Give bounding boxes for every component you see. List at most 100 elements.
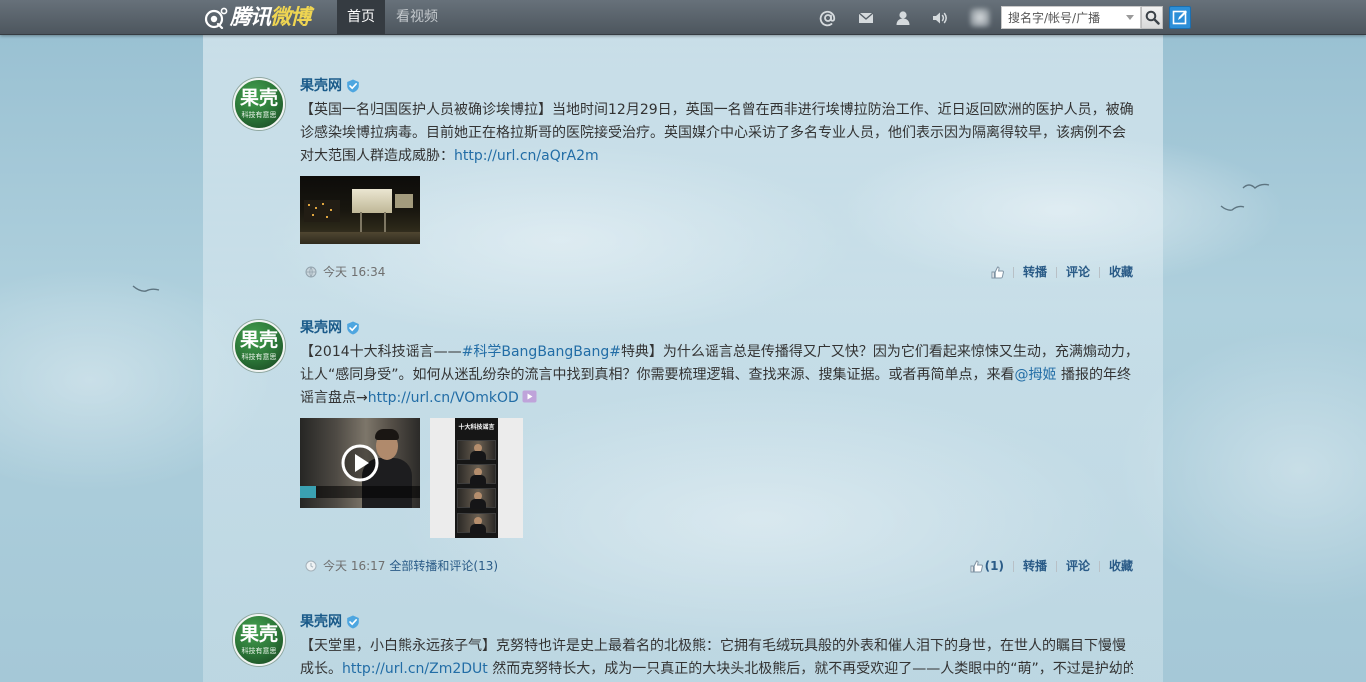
avatar-logo-text: 果壳 xyxy=(239,623,278,645)
avatar-slogan: 科技有意思 xyxy=(241,353,277,361)
action-separator xyxy=(1012,560,1014,572)
post-meta: 今天 16:17 全部转播和评论(13) xyxy=(300,558,498,574)
clock-icon xyxy=(305,560,317,572)
user-avatar[interactable] xyxy=(970,8,990,27)
like-button[interactable] xyxy=(991,265,1004,279)
action-separator xyxy=(1012,266,1014,278)
action-separator xyxy=(1055,560,1057,572)
post-text-segment: 成长。 xyxy=(300,661,342,677)
favorite-button[interactable]: 收藏 xyxy=(1109,264,1133,280)
logo-text-weibo: 微博 xyxy=(270,5,311,29)
avatar[interactable]: 果壳 科技有意思 xyxy=(233,320,285,372)
nav-tab-home-label: 首页 xyxy=(347,9,375,25)
avatar-slogan: 科技有意思 xyxy=(241,647,277,655)
short-url-link[interactable]: http://url.cn/aQrA2m xyxy=(454,148,599,164)
post-body: 果壳网 【英国一名归国医护人员被确诊埃博拉】当地时间12月29日，英国一名曾在西… xyxy=(300,78,1133,280)
post-body: 果壳网 【2014十大科技谣言——#科学BangBangBang#特典】为什么谣… xyxy=(300,320,1133,574)
verified-badge-icon xyxy=(347,79,359,93)
post-text-segment: 诊感染埃博拉病毒。目前她正在格拉斯哥的医院接受治疗。英国媒介中心采访了多名专业人… xyxy=(300,125,1126,141)
post-text-segment: 播报的年终 xyxy=(1056,367,1131,383)
action-separator xyxy=(1098,266,1100,278)
post-text-segment: 特典】为什么谣言总是传播得又广又快？因为它们看起来惊悚又生动，充满煽动力， xyxy=(620,344,1133,360)
post-text: 【英国一名归国医护人员被确诊埃博拉】当地时间12月29日，英国一名曾在西非进行埃… xyxy=(300,99,1133,168)
post-text-line: 诊感染埃博拉病毒。目前她正在格拉斯哥的医院接受治疗。英国媒介中心采访了多名专业人… xyxy=(300,122,1133,145)
retweet-button[interactable]: 转播 xyxy=(1023,264,1047,280)
tencent-weibo-logo[interactable]: 腾讯 微博 xyxy=(204,4,311,31)
post-text-segment: 【英国一名归国医护人员被确诊埃博拉】当地时间12月29日，英国一名曾在西非进行埃… xyxy=(300,102,1133,118)
nav-tab-home[interactable]: 首页 xyxy=(337,0,385,35)
compose-button[interactable] xyxy=(1169,6,1191,29)
author-name[interactable]: 果壳网 xyxy=(300,320,342,336)
like-button[interactable]: (1) xyxy=(970,558,1004,574)
post-text-segment: 让人“感同身受”。如何从迷乱纷杂的流言中找到真相？你需要梳理逻辑、查找来源、搜集… xyxy=(300,367,1015,383)
globe-icon xyxy=(305,266,317,278)
search-box xyxy=(1001,6,1141,29)
bird-decoration xyxy=(1242,183,1270,189)
post-image-thumbnail[interactable] xyxy=(300,176,420,244)
author-name[interactable]: 果壳网 xyxy=(300,78,342,94)
post-footer: 今天 16:17 全部转播和评论(13) (1) 转播 评论 收藏 xyxy=(300,558,1133,574)
post-timestamp[interactable]: 今天 16:34 xyxy=(323,264,385,280)
post-text-line: 【天堂里，小白熊永远孩子气】克努特也许是史上最着名的北极熊：它拥有毛绒玩具般的外… xyxy=(300,635,1133,658)
post-meta: 今天 16:34 xyxy=(300,264,385,280)
search-icon xyxy=(1145,10,1160,25)
post-timestamp[interactable]: 今天 16:17 xyxy=(323,558,385,574)
search-button[interactable] xyxy=(1141,6,1163,29)
post-text-segment: 对大范围人群造成威胁： xyxy=(300,148,454,164)
short-url-link[interactable]: http://url.cn/VOmkOD xyxy=(368,390,519,406)
post-author-row: 果壳网 xyxy=(300,78,1133,94)
nav-tab-watch-video[interactable]: 看视频 xyxy=(396,0,438,35)
user-icon[interactable] xyxy=(894,9,912,27)
author-name[interactable]: 果壳网 xyxy=(300,614,342,630)
avatar-logo-text: 果壳 xyxy=(239,87,278,109)
post-image-thumbnail[interactable]: 十大科技谣言 xyxy=(430,418,523,538)
search-input[interactable] xyxy=(1002,7,1124,28)
post-text-segment: 【2014十大科技谣言—— xyxy=(300,344,462,360)
video-link-icon[interactable] xyxy=(522,390,537,403)
comment-button[interactable]: 评论 xyxy=(1066,264,1090,280)
post-author-row: 果壳网 xyxy=(300,320,1133,336)
post-body: 果壳网 【天堂里，小白熊永远孩子气】克努特也许是史上最着名的北极熊：它拥有毛绒玩… xyxy=(300,614,1133,681)
post-text-line: 谣言盘点→http://url.cn/VOmkOD xyxy=(300,387,1133,410)
post-media xyxy=(300,176,1133,244)
short-url-link[interactable]: http://url.cn/Zm2DUt xyxy=(342,661,488,677)
post-text-line: 让人“感同身受”。如何从迷乱纷杂的流言中找到真相？你需要梳理逻辑、查找来源、搜集… xyxy=(300,364,1133,387)
timeline-stream: 果壳 科技有意思 果壳网 【英国一名归国医护人员被确诊埃博拉】当地时间12月29… xyxy=(203,35,1163,682)
post-author-row: 果壳网 xyxy=(300,614,1133,630)
post-text-segment: 【天堂里，小白熊永远孩子气】克努特也许是史上最着名的北极熊：它拥有毛绒玩具般的外… xyxy=(300,638,1126,654)
logo-text-tencent: 腾讯 xyxy=(230,5,271,29)
favorite-button[interactable]: 收藏 xyxy=(1109,558,1133,574)
post-text: 【天堂里，小白熊永远孩子气】克努特也许是史上最着名的北极熊：它拥有毛绒玩具般的外… xyxy=(300,635,1133,681)
post-text-segment: 谣言盘点→ xyxy=(300,390,368,406)
at-icon[interactable] xyxy=(819,9,837,27)
retweet-button[interactable]: 转播 xyxy=(1023,558,1047,574)
action-separator xyxy=(1098,560,1100,572)
avatar[interactable]: 果壳 科技有意思 xyxy=(233,614,285,666)
video-thumbnail[interactable] xyxy=(300,418,420,508)
bird-decoration xyxy=(132,285,160,292)
chevron-down-icon[interactable] xyxy=(1126,15,1134,21)
verified-badge-icon xyxy=(347,615,359,629)
thumbs-up-icon xyxy=(970,559,983,572)
play-icon[interactable] xyxy=(340,443,380,483)
post-text-line: 成长。http://url.cn/Zm2DUt 然而克努特长大，成为一只真正的大… xyxy=(300,658,1133,681)
post-actions: 转播 评论 收藏 xyxy=(991,264,1133,280)
post-text-line: 【2014十大科技谣言——#科学BangBangBang#特典】为什么谣言总是传… xyxy=(300,341,1133,364)
compose-icon xyxy=(1172,10,1187,25)
post-text: 【2014十大科技谣言——#科学BangBangBang#特典】为什么谣言总是传… xyxy=(300,341,1133,410)
post-text-segment: 然而克努特长大，成为一只真正的大块头北极熊后，就不再受欢迎了——人类眼中的“萌”… xyxy=(487,661,1133,677)
avatar[interactable]: 果壳 科技有意思 xyxy=(233,78,285,130)
view-all-retweets-comments-link[interactable]: 全部转播和评论(13) xyxy=(389,558,498,574)
weibo-logo-icon xyxy=(204,7,228,29)
mail-icon[interactable] xyxy=(857,9,875,27)
comment-button[interactable]: 评论 xyxy=(1066,558,1090,574)
speaker-icon[interactable] xyxy=(931,9,949,27)
thumbs-up-icon xyxy=(991,265,1004,278)
hashtag-link[interactable]: #科学BangBangBang# xyxy=(462,344,621,360)
verified-badge-icon xyxy=(347,321,359,335)
bird-decoration xyxy=(1220,205,1245,211)
post-actions: (1) 转播 评论 收藏 xyxy=(970,558,1133,574)
mention-link[interactable]: @拇姬 xyxy=(1015,367,1057,383)
post-footer: 今天 16:34 转播 评论 收藏 xyxy=(300,264,1133,280)
post-text-line: 【英国一名归国医护人员被确诊埃博拉】当地时间12月29日，英国一名曾在西非进行埃… xyxy=(300,99,1133,122)
